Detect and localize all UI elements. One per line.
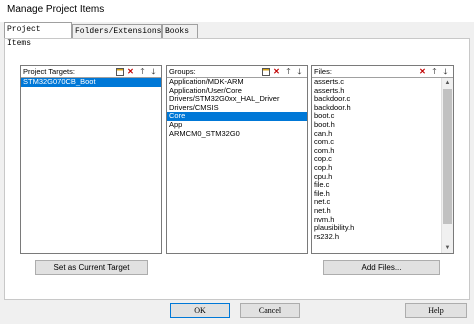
project-targets-label: Project Targets: — [23, 67, 75, 76]
title-bar: Manage Project Items — [0, 0, 474, 22]
list-item[interactable]: Core — [167, 112, 307, 121]
delete-icon[interactable]: ✕ — [126, 67, 135, 76]
list-item[interactable]: cpu.h — [312, 172, 441, 182]
scroll-down-icon[interactable]: ▼ — [442, 243, 453, 253]
groups-label: Groups: — [169, 67, 196, 76]
project-targets-list[interactable]: Project Targets: ✕ 🡑 🡓 STM32G070CB_Boot — [20, 65, 162, 254]
project-targets-items: STM32G070CB_Boot — [21, 77, 161, 253]
list-item[interactable]: Drivers/CMSIS — [167, 103, 307, 113]
list-item[interactable]: net.c — [312, 198, 441, 207]
ok-button[interactable]: OK — [170, 303, 230, 318]
list-item[interactable]: file.c — [312, 181, 441, 190]
help-button[interactable]: Help — [405, 303, 467, 318]
arrow-down-icon[interactable]: 🡓 — [295, 67, 304, 76]
set-as-current-target-button[interactable]: Set as Current Target — [35, 260, 148, 275]
groups-list[interactable]: Groups: ✕ 🡑 🡓 Application/MDK-ARM Applic… — [166, 65, 308, 254]
files-scrollbar[interactable]: ▲ ▼ — [441, 78, 453, 253]
list-item[interactable]: rs232.h — [312, 232, 441, 242]
groups-items: Application/MDK-ARM Application/User/Cor… — [167, 77, 307, 253]
tab-folders-extensions[interactable]: Folders/Extensions — [72, 24, 162, 38]
arrow-up-icon[interactable]: 🡑 — [430, 67, 439, 76]
arrow-up-icon[interactable]: 🡑 — [138, 67, 147, 76]
window-title: Manage Project Items — [7, 4, 105, 15]
files-label: Files: — [314, 67, 332, 76]
scroll-up-icon[interactable]: ▲ — [442, 78, 453, 88]
delete-icon[interactable]: ✕ — [272, 67, 281, 76]
add-files-button[interactable]: Add Files... — [323, 260, 440, 275]
dialog-footer — [0, 300, 474, 324]
tab-project-items[interactable]: Project Items — [4, 22, 72, 48]
list-item[interactable]: ARMCM0_STM32G0 — [167, 129, 307, 139]
arrow-down-icon[interactable]: 🡓 — [149, 67, 158, 76]
new-icon[interactable] — [261, 67, 270, 76]
list-item[interactable]: file.h — [312, 189, 441, 199]
new-icon[interactable] — [115, 67, 124, 76]
cancel-button[interactable]: Cancel — [240, 303, 300, 318]
files-items: asserts.c asserts.h backdoor.c backdoor.… — [312, 77, 441, 253]
arrow-down-icon[interactable]: 🡓 — [441, 67, 450, 76]
scrollbar-thumb[interactable] — [443, 89, 452, 224]
files-list[interactable]: Files: ✕ 🡑 🡓 asserts.c asserts.h backdoo… — [311, 65, 454, 254]
arrow-up-icon[interactable]: 🡑 — [284, 67, 293, 76]
delete-icon[interactable]: ✕ — [418, 67, 427, 76]
list-item[interactable]: STM32G070CB_Boot — [21, 77, 161, 87]
tab-books[interactable]: Books — [162, 24, 198, 38]
